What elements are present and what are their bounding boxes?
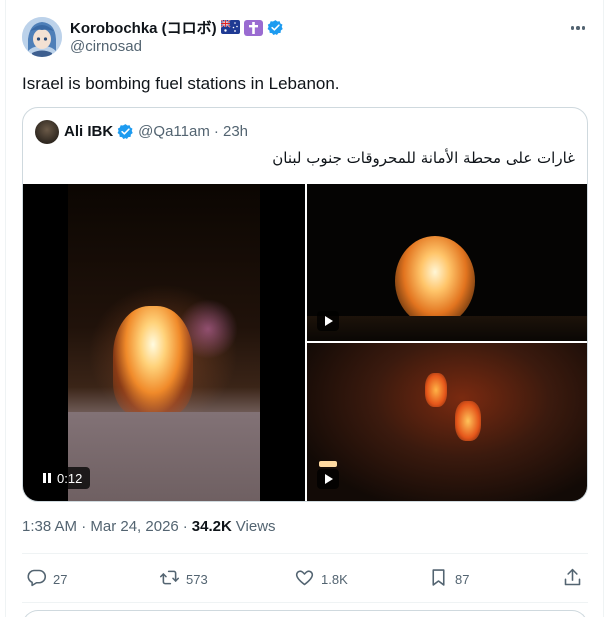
share-button[interactable] <box>562 567 583 591</box>
reply-composer[interactable] <box>22 610 588 617</box>
quoted-media-grid: 0:12 <box>23 184 587 501</box>
like-button[interactable]: 1.8K <box>294 567 348 591</box>
video-time-badge[interactable]: 0:12 <box>35 467 91 489</box>
author-display-name[interactable]: Korobochka (コロボ) <box>70 17 217 38</box>
tweet-timestamp[interactable]: 1:38 AM · Mar 24, 2026 <box>22 518 179 535</box>
quoted-tweet-text: غارات على محطة الأمانة للمحروقات جنوب لب… <box>272 149 575 167</box>
more-options-icon[interactable] <box>568 18 588 38</box>
video-main-frame <box>68 184 260 501</box>
repost-icon <box>159 567 180 591</box>
quoted-author-row: Ali IBK @Qa11am · 23h <box>64 121 248 141</box>
heart-icon <box>294 567 315 591</box>
verified-badge-icon <box>117 123 134 140</box>
repost-button[interactable]: 573 <box>159 567 208 591</box>
author-handle[interactable]: @cirnosad <box>70 38 142 55</box>
play-icon[interactable] <box>317 311 339 331</box>
tweet-meta: 1:38 AM · Mar 24, 2026 · 34.2K Views <box>22 518 276 535</box>
author-name-row: Korobochka (コロボ) <box>70 17 284 37</box>
timeline-border-right <box>603 0 604 617</box>
quoted-author-name[interactable]: Ali IBK <box>64 123 113 140</box>
video-time: 0:12 <box>57 470 83 486</box>
video-bottom-right[interactable] <box>307 343 587 501</box>
video-top-right[interactable] <box>307 184 587 341</box>
bookmark-count: 87 <box>455 571 470 587</box>
divider <box>22 553 588 554</box>
meta-separator: · <box>182 518 188 535</box>
bookmark-icon <box>428 567 449 591</box>
reply-button[interactable]: 27 <box>26 567 67 591</box>
latin-cross-icon <box>243 20 263 36</box>
australia-flag-icon <box>220 19 240 34</box>
divider <box>22 602 588 603</box>
quoted-author-handle[interactable]: @Qa11am <box>138 123 210 140</box>
views-label: Views <box>235 518 276 535</box>
reply-count: 27 <box>53 571 68 587</box>
tweet-text: Israel is bombing fuel stations in Leban… <box>22 74 340 93</box>
repost-count: 573 <box>186 571 208 587</box>
video-main[interactable]: 0:12 <box>23 184 305 501</box>
verified-badge-icon[interactable] <box>267 19 284 36</box>
action-bar: 27 573 1.8K 87 <box>22 567 588 591</box>
reply-icon <box>26 567 47 591</box>
quoted-tweet[interactable]: Ali IBK @Qa11am · 23h غارات على محطة الأ… <box>22 107 588 502</box>
like-count: 1.8K <box>321 571 348 587</box>
play-icon[interactable] <box>317 469 339 489</box>
share-icon <box>562 567 583 591</box>
pause-icon <box>43 473 51 483</box>
author-avatar[interactable] <box>22 17 62 57</box>
quoted-tweet-age: · 23h <box>213 122 249 140</box>
timeline-border-left <box>5 0 6 617</box>
views-count: 34.2K <box>191 518 232 535</box>
quoted-author-avatar[interactable] <box>35 120 59 144</box>
bookmark-button[interactable]: 87 <box>428 567 469 591</box>
